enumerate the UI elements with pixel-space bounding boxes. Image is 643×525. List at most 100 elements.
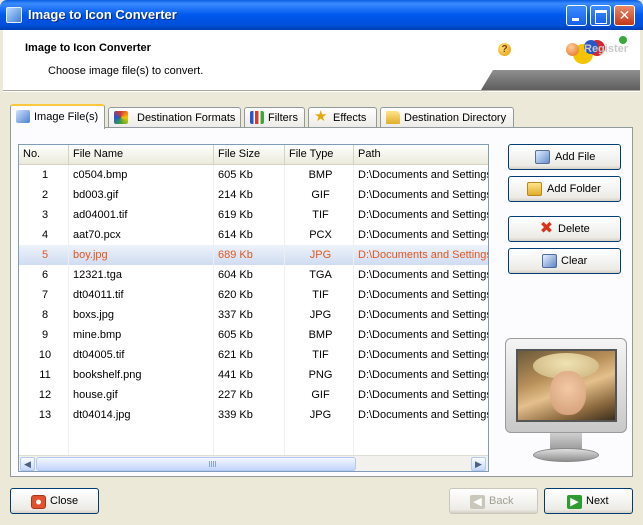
cell-name: dt04005.tif xyxy=(73,349,125,361)
cell-type: PCX xyxy=(309,229,332,241)
cell-name: boxs.jpg xyxy=(73,309,114,321)
cell-no: 12 xyxy=(38,389,52,401)
cell-size: 227 Kb xyxy=(218,389,253,401)
close-button[interactable]: Close xyxy=(10,488,99,514)
column-header-file-size[interactable]: File Size xyxy=(214,145,285,164)
column-divider xyxy=(353,165,354,455)
header-subtitle: Choose image file(s) to convert. xyxy=(48,65,204,77)
cell-type: JPG xyxy=(309,309,332,321)
cell-name: mine.bmp xyxy=(73,329,122,341)
back-arrow-icon: ◀ xyxy=(470,495,485,509)
cell-type: TIF xyxy=(312,209,329,221)
register-link[interactable]: Register xyxy=(584,43,628,55)
close-window-button[interactable]: ✕ xyxy=(614,5,635,26)
cell-no: 4 xyxy=(41,229,49,241)
cell-path: D:\Documents and Settings xyxy=(358,169,488,181)
next-button[interactable]: ▶ Next xyxy=(544,488,633,514)
column-divider xyxy=(68,165,69,455)
add-folder-button[interactable]: Add Folder xyxy=(508,176,621,202)
column-header-file-name[interactable]: File Name xyxy=(69,145,214,164)
cell-path: D:\Documents and Settings xyxy=(358,209,488,221)
close-icon: ✕ xyxy=(618,7,631,23)
tab-filters[interactable]: Filters xyxy=(244,107,305,128)
add-file-button[interactable]: Add File xyxy=(508,144,621,170)
cell-no: 2 xyxy=(41,189,49,201)
column-header-no[interactable]: No. xyxy=(19,145,69,164)
monitor-base xyxy=(533,448,599,462)
preview-face xyxy=(550,371,586,415)
cell-size: 621 Kb xyxy=(218,349,253,361)
tab-label: Filters xyxy=(268,112,298,124)
table-row[interactable]: 9 mine.bmp 605 Kb BMP D:\Documents and Setti… xyxy=(19,325,488,345)
table-row[interactable]: 3 ad04001.tif 619 Kb TIF D:\Documents and Se… xyxy=(19,205,488,225)
add-file-icon xyxy=(535,150,550,164)
cell-size: 619 Kb xyxy=(218,209,253,221)
formats-icon xyxy=(114,111,128,124)
cell-name: aat70.pcx xyxy=(73,229,121,241)
table-row[interactable]: 13 dt04014.jpg 339 Kb JPG D:\Documents and S… xyxy=(19,405,488,425)
tab-label: Destination Directory xyxy=(404,112,507,124)
cell-name: ad04001.tif xyxy=(73,209,128,221)
cell-type: TGA xyxy=(309,269,332,281)
column-divider xyxy=(284,165,285,455)
table-row[interactable]: 1 c0504.bmp 605 Kb BMP D:\Documents and Sett… xyxy=(19,165,488,185)
file-list[interactable]: No. File Name File Size File Type Path 1… xyxy=(18,144,489,472)
tab-destination-formats[interactable]: Destination Formats xyxy=(108,107,241,128)
table-row[interactable]: 10 dt04005.tif 621 Kb TIF D:\Documents and S… xyxy=(19,345,488,365)
cell-no: 7 xyxy=(41,289,49,301)
header-panel: Image to Icon Converter Choose image fil… xyxy=(3,30,640,90)
header-ribbon xyxy=(481,70,640,90)
table-row[interactable]: 6 12321.tga 604 Kb TGA D:\Documents and Sett… xyxy=(19,265,488,285)
maximize-button[interactable] xyxy=(590,5,611,26)
tab-image-files[interactable]: Image File(s) xyxy=(10,104,105,129)
table-row[interactable]: 5 boy.jpg 689 Kb JPG D:\Documents and Settin… xyxy=(19,245,488,265)
back-button[interactable]: ◀ Back xyxy=(449,488,538,514)
cell-no: 10 xyxy=(38,349,52,361)
column-header-file-type[interactable]: File Type xyxy=(285,145,354,164)
table-row[interactable]: 2 bd003.gif 214 Kb GIF D:\Documents and Sett… xyxy=(19,185,488,205)
column-divider xyxy=(213,165,214,455)
scroll-left-button[interactable]: ◀ xyxy=(20,457,35,471)
cell-name: bd003.gif xyxy=(73,189,119,201)
cell-path: D:\Documents and Settings xyxy=(358,289,488,301)
cell-type: JPG xyxy=(309,249,332,261)
filters-icon xyxy=(250,111,264,124)
cell-name: 12321.tga xyxy=(73,269,122,281)
tab-label: Destination Formats xyxy=(137,112,236,124)
scroll-right-button[interactable]: ▶ xyxy=(471,457,486,471)
maximize-icon xyxy=(591,6,610,25)
list-header: No. File Name File Size File Type Path xyxy=(19,145,488,165)
next-label: Next xyxy=(586,495,609,507)
table-row[interactable]: 11 bookshelf.png 441 Kb PNG D:\Documents and… xyxy=(19,365,488,385)
cell-no: 5 xyxy=(41,249,49,261)
cell-size: 605 Kb xyxy=(218,169,253,181)
minimize-button[interactable] xyxy=(566,5,587,26)
cell-size: 620 Kb xyxy=(218,289,253,301)
monitor-bezel xyxy=(505,338,627,433)
app-icon xyxy=(6,7,22,23)
table-row[interactable]: 8 boxs.jpg 337 Kb JPG D:\Documents and Setti… xyxy=(19,305,488,325)
clear-button[interactable]: Clear xyxy=(508,248,621,274)
cell-size: 441 Kb xyxy=(218,369,253,381)
horizontal-scrollbar[interactable]: ◀ ▶ xyxy=(19,455,488,471)
tab-destination-directory[interactable]: Destination Directory xyxy=(380,107,514,128)
add-file-label: Add File xyxy=(555,151,596,163)
add-folder-label: Add Folder xyxy=(547,183,601,195)
table-row[interactable]: 12 house.gif 227 Kb GIF D:\Documents and Set… xyxy=(19,385,488,405)
scroll-thumb[interactable] xyxy=(36,457,356,471)
folder-icon xyxy=(386,111,400,124)
help-link[interactable]: Help xyxy=(514,43,538,55)
table-row[interactable]: 7 dt04011.tif 620 Kb TIF D:\Documents and Se… xyxy=(19,285,488,305)
column-header-path[interactable]: Path xyxy=(354,145,488,164)
delete-button[interactable]: ✖ Delete xyxy=(508,216,621,242)
cell-type: BMP xyxy=(308,329,333,341)
next-arrow-icon: ▶ xyxy=(567,495,582,509)
cell-size: 605 Kb xyxy=(218,329,253,341)
tab-effects[interactable]: ★ Effects xyxy=(308,107,377,128)
cell-size: 214 Kb xyxy=(218,189,253,201)
cell-no: 6 xyxy=(41,269,49,281)
cell-no: 1 xyxy=(41,169,49,181)
table-row[interactable]: 4 aat70.pcx 614 Kb PCX D:\Documents and Sett… xyxy=(19,225,488,245)
cell-size: 337 Kb xyxy=(218,309,253,321)
header-title: Image to Icon Converter xyxy=(25,42,151,54)
